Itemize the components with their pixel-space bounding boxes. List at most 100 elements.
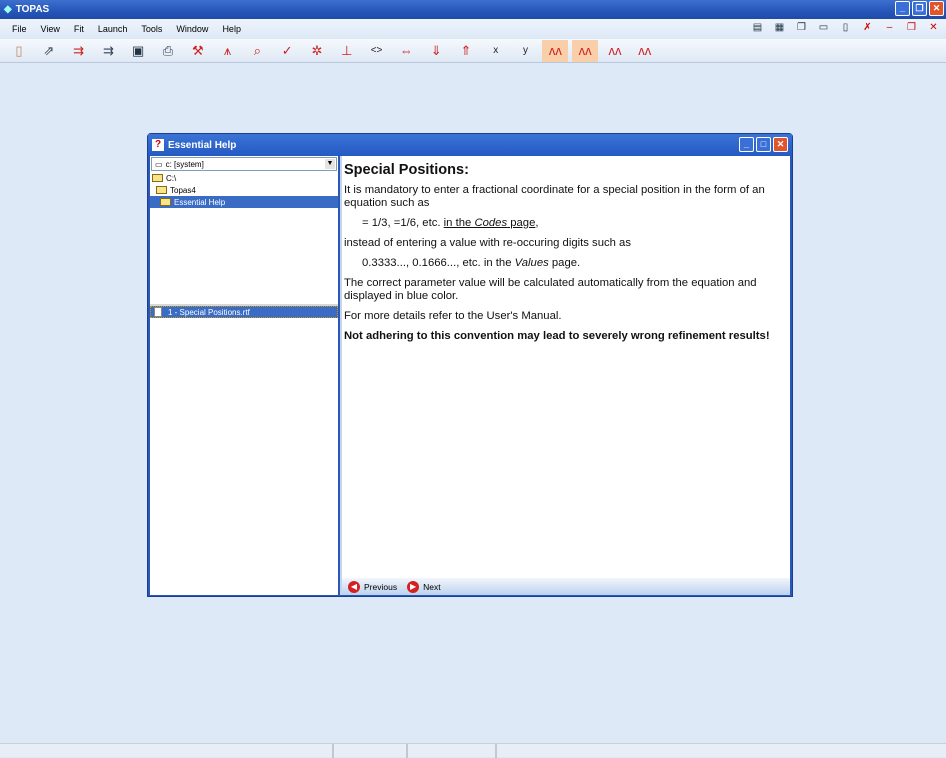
menu-tools[interactable]: Tools — [141, 24, 162, 34]
tree-item[interactable]: Topas4 — [150, 184, 338, 196]
open-folder-icon — [160, 198, 171, 206]
menu-launch[interactable]: Launch — [98, 24, 128, 34]
tree-label: Essential Help — [174, 197, 226, 207]
export-icon[interactable]: ⇉ — [95, 40, 121, 62]
topas-logo-icon: ◆ — [4, 4, 12, 15]
pattern-plain-icon[interactable]: ᴧᴧ — [632, 40, 658, 62]
arrow-right-icon: ▶ — [407, 580, 420, 593]
save-icon[interactable]: ▣ — [125, 40, 151, 62]
app-title-bar: ◆ TOPAS _ ❐ ✕ — [0, 0, 946, 19]
status-panel — [334, 744, 408, 758]
peak-down-icon[interactable]: ⇓ — [423, 40, 449, 62]
example-text: page. — [548, 257, 581, 269]
help-heading: Special Positions: — [344, 162, 469, 178]
list-item[interactable]: 1 - Special Positions.rtf — [150, 306, 338, 318]
folder-tree: C:\ Topas4 Essential Help — [150, 172, 338, 306]
help-paragraph: The correct parameter value will be calc… — [344, 277, 757, 302]
example-text: 0.3333..., 0.1666..., etc. in the — [362, 257, 515, 269]
close-all-icon[interactable]: ✗ — [861, 22, 874, 34]
link-text: Codes — [474, 217, 508, 229]
status-panel — [497, 744, 946, 758]
pattern-active-icon[interactable]: ᴧᴧ — [542, 39, 569, 62]
dialog-title-bar: ? Essential Help _ □ ✕ — [148, 134, 792, 156]
menu-fit[interactable]: Fit — [74, 24, 84, 34]
help-nav-bar: ◀ Previous ▶ Next — [342, 578, 790, 595]
menu-help[interactable]: Help — [222, 24, 241, 34]
navigation-pane: ▭ c: [system] ▼ C:\ Topas4 Essential Hel… — [150, 156, 338, 595]
dialog-title: Essential Help — [168, 139, 237, 151]
next-label: Next — [423, 581, 441, 592]
dialog-close-button[interactable]: ✕ — [773, 137, 788, 152]
check-icon[interactable]: ✓ — [274, 40, 300, 62]
toolbar: ▯ ⇗ ⇉ ⇉ ▣ ⎙ ⚒ ⩚ ⌕ ✓ ✲ ⊥ <> ⇔ ⇓ ⇑ x y ᴧᴧ … — [0, 39, 946, 63]
menu-view[interactable]: View — [41, 24, 60, 34]
chevron-down-icon[interactable]: ▼ — [325, 159, 335, 169]
child-close-icon[interactable]: ✕ — [927, 22, 940, 34]
tree-item[interactable]: Essential Help — [150, 196, 338, 208]
tile-horizontal-icon[interactable]: ▤ — [751, 22, 764, 34]
wrench-icon[interactable]: ⚒ — [185, 40, 211, 62]
essential-help-window: ? Essential Help _ □ ✕ ▭ c: [system] ▼ C… — [147, 133, 793, 597]
peak-search-icon[interactable]: ⌕ — [244, 40, 270, 62]
split-vertical-icon[interactable]: ▯ — [839, 22, 852, 34]
pattern-background-icon[interactable]: ᴧᴧ — [602, 40, 628, 62]
previous-button[interactable]: ◀ Previous — [348, 580, 398, 593]
next-button[interactable]: ▶ Next — [407, 580, 441, 593]
help-paragraph: For more details refer to the User's Man… — [344, 310, 562, 322]
split-horizontal-icon[interactable]: ▭ — [817, 22, 830, 34]
link-text: page — [507, 217, 536, 229]
pattern-difference-icon[interactable]: ᴧᴧ — [572, 39, 599, 62]
help-paragraph: It is mandatory to enter a fractional co… — [344, 184, 765, 209]
peak-insert-icon[interactable]: ⩚ — [215, 40, 241, 62]
codes-page-link[interactable]: in the Codes page — [444, 217, 536, 229]
folder-icon — [152, 174, 163, 182]
peak-up-icon[interactable]: ⇑ — [453, 40, 479, 62]
menu-bar: File View Fit Launch Tools Window Help ▤… — [0, 19, 946, 39]
cascade-icon[interactable]: ❐ — [795, 22, 808, 34]
previous-label: Previous — [364, 581, 398, 592]
help-icon: ? — [152, 139, 164, 151]
app-title: TOPAS — [15, 4, 50, 15]
y-axis-button[interactable]: y — [513, 40, 539, 62]
file-list: 1 - Special Positions.rtf — [150, 306, 338, 318]
example-text: Values — [514, 257, 549, 269]
document-icon — [154, 307, 162, 317]
minimize-button[interactable]: _ — [895, 1, 910, 16]
peak-bar-icon[interactable]: ⊥ — [334, 40, 360, 62]
status-panel — [408, 744, 497, 758]
grid-icon[interactable]: ▦ — [773, 22, 786, 34]
import-icon[interactable]: ⇉ — [66, 40, 92, 62]
new-file-icon[interactable]: ▯ — [6, 40, 32, 62]
punct: , — [535, 217, 539, 229]
child-restore-icon[interactable]: ❐ — [905, 22, 918, 34]
help-warning: Not adhering to this convention may lead… — [344, 330, 770, 342]
dialog-maximize-button[interactable]: □ — [756, 137, 771, 152]
menu-file[interactable]: File — [12, 24, 27, 34]
code-brackets-icon[interactable]: <> — [364, 40, 390, 62]
restore-button[interactable]: ❐ — [912, 1, 927, 16]
x-axis-button[interactable]: x — [483, 40, 509, 62]
child-minimize-icon[interactable]: – — [883, 22, 896, 34]
peak-fit-icon[interactable]: ✲ — [304, 40, 330, 62]
example-text: = 1/3, =1/6, etc. — [362, 217, 441, 229]
tree-item[interactable]: C:\ — [150, 172, 338, 184]
file-label: 1 - Special Positions.rtf — [168, 307, 250, 317]
help-paragraph: instead of entering a value with re-occu… — [344, 237, 631, 249]
menu-window[interactable]: Window — [176, 24, 208, 34]
help-example: 0.3333..., 0.1666..., etc. in the Values… — [344, 257, 790, 270]
status-panel — [0, 744, 334, 758]
tree-label: C:\ — [166, 173, 177, 183]
tree-label: Topas4 — [170, 185, 196, 195]
drive-value: c: [system] — [165, 159, 204, 169]
print-icon[interactable]: ⎙ — [155, 40, 181, 62]
drive-icon: ▭ — [155, 159, 163, 169]
open-file-icon[interactable]: ⇗ — [36, 40, 62, 62]
dialog-minimize-button[interactable]: _ — [739, 137, 754, 152]
folder-icon — [156, 186, 167, 194]
drive-select[interactable]: ▭ c: [system] ▼ — [151, 157, 337, 171]
help-example: = 1/3, =1/6, etc. in the Codes page, — [344, 217, 790, 230]
link-text: in the — [443, 217, 475, 229]
status-bar — [0, 743, 946, 758]
zoom-range-icon[interactable]: ⇔ — [393, 40, 419, 62]
close-button[interactable]: ✕ — [929, 1, 944, 16]
